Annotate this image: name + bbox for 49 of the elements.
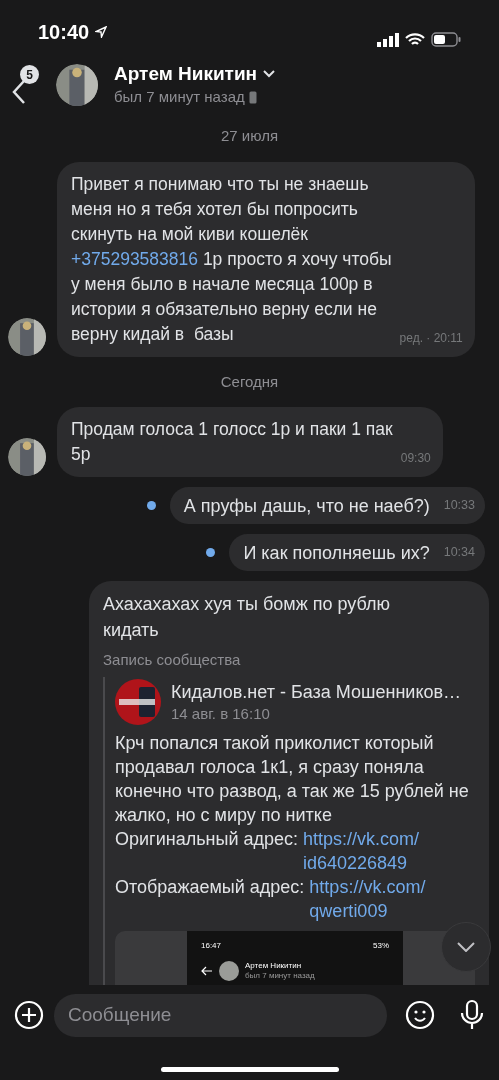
chevron-down-icon[interactable]	[457, 942, 475, 952]
back-button[interactable]: 5	[12, 65, 42, 105]
battery-icon	[431, 32, 461, 47]
avatar	[219, 961, 239, 981]
avatar[interactable]	[56, 64, 98, 106]
chevron-down-icon[interactable]	[263, 69, 276, 78]
attached-image[interactable]: 16:47 53% Артем Никитин был 7 минут назад	[115, 931, 475, 985]
message-bubble[interactable]: И как пополняешь их? 10:34	[229, 534, 485, 571]
group-name[interactable]: Кидалов.нет - База Мошенников…	[171, 680, 462, 704]
add-icon[interactable]	[14, 1000, 44, 1030]
message-input[interactable]: Сообщение	[54, 993, 387, 1037]
phone-icon	[248, 90, 257, 104]
screenshot-status: был 7 минут назад	[245, 971, 315, 981]
microphone-icon[interactable]	[459, 999, 485, 1031]
unread-badge: 5	[20, 65, 39, 84]
message-text: Привет я понимаю что ты не знаешь меня но я тебя хотел бы попросить скинуть на мой киви кошелёк +375293583816 1р просто я хочу чтобы у меня было в начале месяца 100р в истории я обязательно верну если не верну кидай в базы	[71, 172, 392, 346]
message-text: Продам голоса 1 голосс 1р и паки 1 пак 5р	[71, 418, 393, 466]
contact-name[interactable]: Артем Никитин	[114, 61, 258, 86]
message-bubble[interactable]	[89, 581, 489, 985]
message-time: 09:30	[400, 450, 431, 467]
group-logo[interactable]	[115, 679, 161, 725]
avatar[interactable]	[8, 317, 46, 356]
message-time: ред. · 20:11	[399, 329, 463, 347]
wifi-icon	[405, 32, 425, 47]
date-separator: 27 июля	[221, 126, 278, 146]
back-arrow-icon	[201, 966, 213, 976]
message-time: 10:34	[443, 544, 475, 561]
link[interactable]: +375293583816	[71, 246, 198, 272]
location-icon	[95, 26, 108, 38]
message-text: И как пополняешь их?	[243, 542, 430, 565]
message-text: А пруфы дашь, что не наеб?)	[183, 495, 430, 518]
signal-icon	[377, 32, 399, 47]
post-text: Крч попался такой приколист который продавал голоса 1к1, я сразу поняла конечно что развод, а так же 15 рублей не жалко, но с миру по нитке Оригинальный адрес: https://vk.com/ id640226849 Отображаемый адрес: https://vk.com/ qwerti009	[115, 732, 469, 923]
date-separator: Сегодня	[220, 371, 279, 392]
screenshot-battery: 53%	[373, 940, 389, 952]
link[interactable]: https://vk.com/ qwerti009	[309, 875, 426, 923]
screenshot-name: Артем Никитин	[245, 961, 303, 971]
last-seen: был 7 минут назад	[114, 86, 245, 107]
chevron-left-icon[interactable]	[12, 79, 26, 105]
post-date: 14 авг. в 16:10	[171, 704, 271, 724]
message-bubble[interactable]: А пруфы дашь, что не наеб?) 10:33	[169, 487, 485, 524]
message-time: 10:33	[443, 497, 475, 514]
repost-caption: Запись сообщества	[103, 650, 242, 670]
clock: 10:40	[38, 20, 90, 45]
emoji-icon[interactable]	[405, 1000, 435, 1030]
screenshot-time: 16:47	[201, 940, 222, 952]
message-bubble[interactable]: Продам голоса 1 голосс 1р и паки 1 пак 5р 09:30	[57, 407, 443, 477]
message-text: Ахахахахах хуя ты бомж по рублю кидать	[103, 593, 391, 642]
avatar[interactable]	[8, 438, 46, 476]
